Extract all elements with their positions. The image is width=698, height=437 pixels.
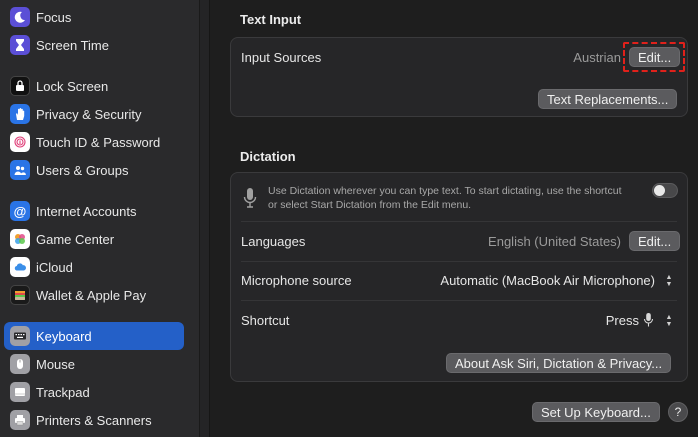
microphone-source-label: Microphone source (241, 273, 352, 288)
cloud-icon (10, 257, 30, 277)
toggle-knob (654, 185, 665, 196)
shortcut-label: Shortcut (241, 313, 290, 328)
sidebar-item-screen-time[interactable]: Screen Time (4, 31, 184, 59)
sidebar-item-label: Lock Screen (36, 78, 109, 94)
sidebar-item-touch-id[interactable]: Touch ID & Password (4, 128, 184, 156)
sidebar-item-lock-screen[interactable]: Lock Screen (4, 72, 184, 100)
fingerprint-icon (10, 132, 30, 152)
sidebar-item-label: Touch ID & Password (36, 134, 161, 150)
sidebar-item-printers[interactable]: Printers & Scanners (4, 406, 184, 434)
input-sources-label: Input Sources (241, 50, 322, 65)
sidebar-divider[interactable] (200, 0, 210, 437)
dictation-toggle[interactable] (652, 183, 678, 198)
sidebar-item-label: Wallet & Apple Pay (36, 287, 147, 303)
dictation-title: Dictation (240, 149, 296, 164)
hand-icon (10, 104, 30, 124)
text-input-title: Text Input (240, 12, 302, 27)
sidebar-item-label: Users & Groups (36, 162, 129, 178)
languages-value: English (United States) (488, 234, 621, 249)
sidebar-item-privacy-security[interactable]: Privacy & Security (4, 100, 184, 128)
help-button[interactable]: ? (668, 402, 688, 422)
sidebar: Focus Screen Time Lock Screen Privacy & … (0, 0, 200, 437)
trackpad-icon (10, 382, 30, 402)
sidebar-item-wallet[interactable]: Wallet & Apple Pay (4, 281, 184, 309)
game-center-icon (10, 229, 30, 249)
mouse-icon (10, 354, 30, 374)
users-icon (10, 160, 30, 180)
divider (241, 261, 677, 262)
sidebar-item-game-center[interactable]: Game Center (4, 225, 184, 253)
moon-icon (10, 7, 30, 27)
text-input-panel: Input Sources Austrian Edit... Text Repl… (230, 37, 688, 117)
sidebar-item-label: Privacy & Security (36, 106, 142, 122)
sidebar-item-users-groups[interactable]: Users & Groups (4, 156, 184, 184)
dictation-panel: Use Dictation wherever you can type text… (230, 172, 688, 382)
hourglass-icon (10, 35, 30, 55)
shortcut-microphone-icon (643, 313, 654, 327)
shortcut-chevron-icon[interactable]: ▲ ▼ (662, 312, 676, 330)
sidebar-item-label: Mouse (36, 356, 76, 372)
set-up-keyboard-button[interactable]: Set Up Keyboard... (532, 402, 660, 422)
input-sources-value: Austrian (573, 50, 621, 65)
microphone-source-chevron-icon[interactable]: ▲ ▼ (662, 272, 676, 290)
sidebar-item-label: Internet Accounts (36, 203, 137, 219)
sidebar-item-label: Keyboard (36, 328, 92, 344)
input-sources-edit-button[interactable]: Edit... (629, 47, 681, 67)
sidebar-item-focus[interactable]: Focus (4, 3, 184, 31)
sidebar-item-internet-accounts[interactable]: @ Internet Accounts (4, 197, 184, 225)
sidebar-item-trackpad[interactable]: Trackpad (4, 378, 184, 406)
sidebar-item-icloud[interactable]: iCloud (4, 253, 184, 281)
shortcut-value[interactable]: Press (606, 313, 639, 328)
at-icon: @ (10, 201, 30, 221)
divider (241, 221, 677, 222)
languages-label: Languages (241, 234, 306, 249)
keyboard-icon (10, 326, 30, 346)
lock-screen-icon (10, 76, 30, 96)
about-siri-dictation-privacy-button[interactable]: About Ask Siri, Dictation & Privacy... (446, 353, 672, 373)
sidebar-item-label: Printers & Scanners (36, 412, 152, 428)
dictation-description-line1: Use Dictation wherever you can type text… (268, 185, 622, 197)
text-replacements-button[interactable]: Text Replacements... (538, 89, 678, 109)
dictation-description-line2: or select Start Dictation from the Edit … (268, 199, 472, 211)
microphone-source-select[interactable]: Automatic (MacBook Air Microphone) (440, 273, 655, 288)
printer-icon (10, 410, 30, 430)
sidebar-item-mouse[interactable]: Mouse (4, 350, 184, 378)
sidebar-item-label: Trackpad (36, 384, 90, 400)
languages-edit-button[interactable]: Edit... (629, 231, 681, 251)
sidebar-item-label: Focus (36, 9, 72, 25)
divider (241, 300, 677, 301)
keyboard-settings-pane: Text Input Input Sources Austrian Edit..… (211, 0, 698, 437)
microphone-icon (243, 188, 257, 208)
sidebar-item-label: iCloud (36, 259, 73, 275)
sidebar-item-label: Screen Time (36, 37, 109, 53)
sidebar-item-keyboard[interactable]: Keyboard (4, 322, 184, 350)
wallet-icon (10, 285, 30, 305)
sidebar-item-label: Game Center (36, 231, 115, 247)
